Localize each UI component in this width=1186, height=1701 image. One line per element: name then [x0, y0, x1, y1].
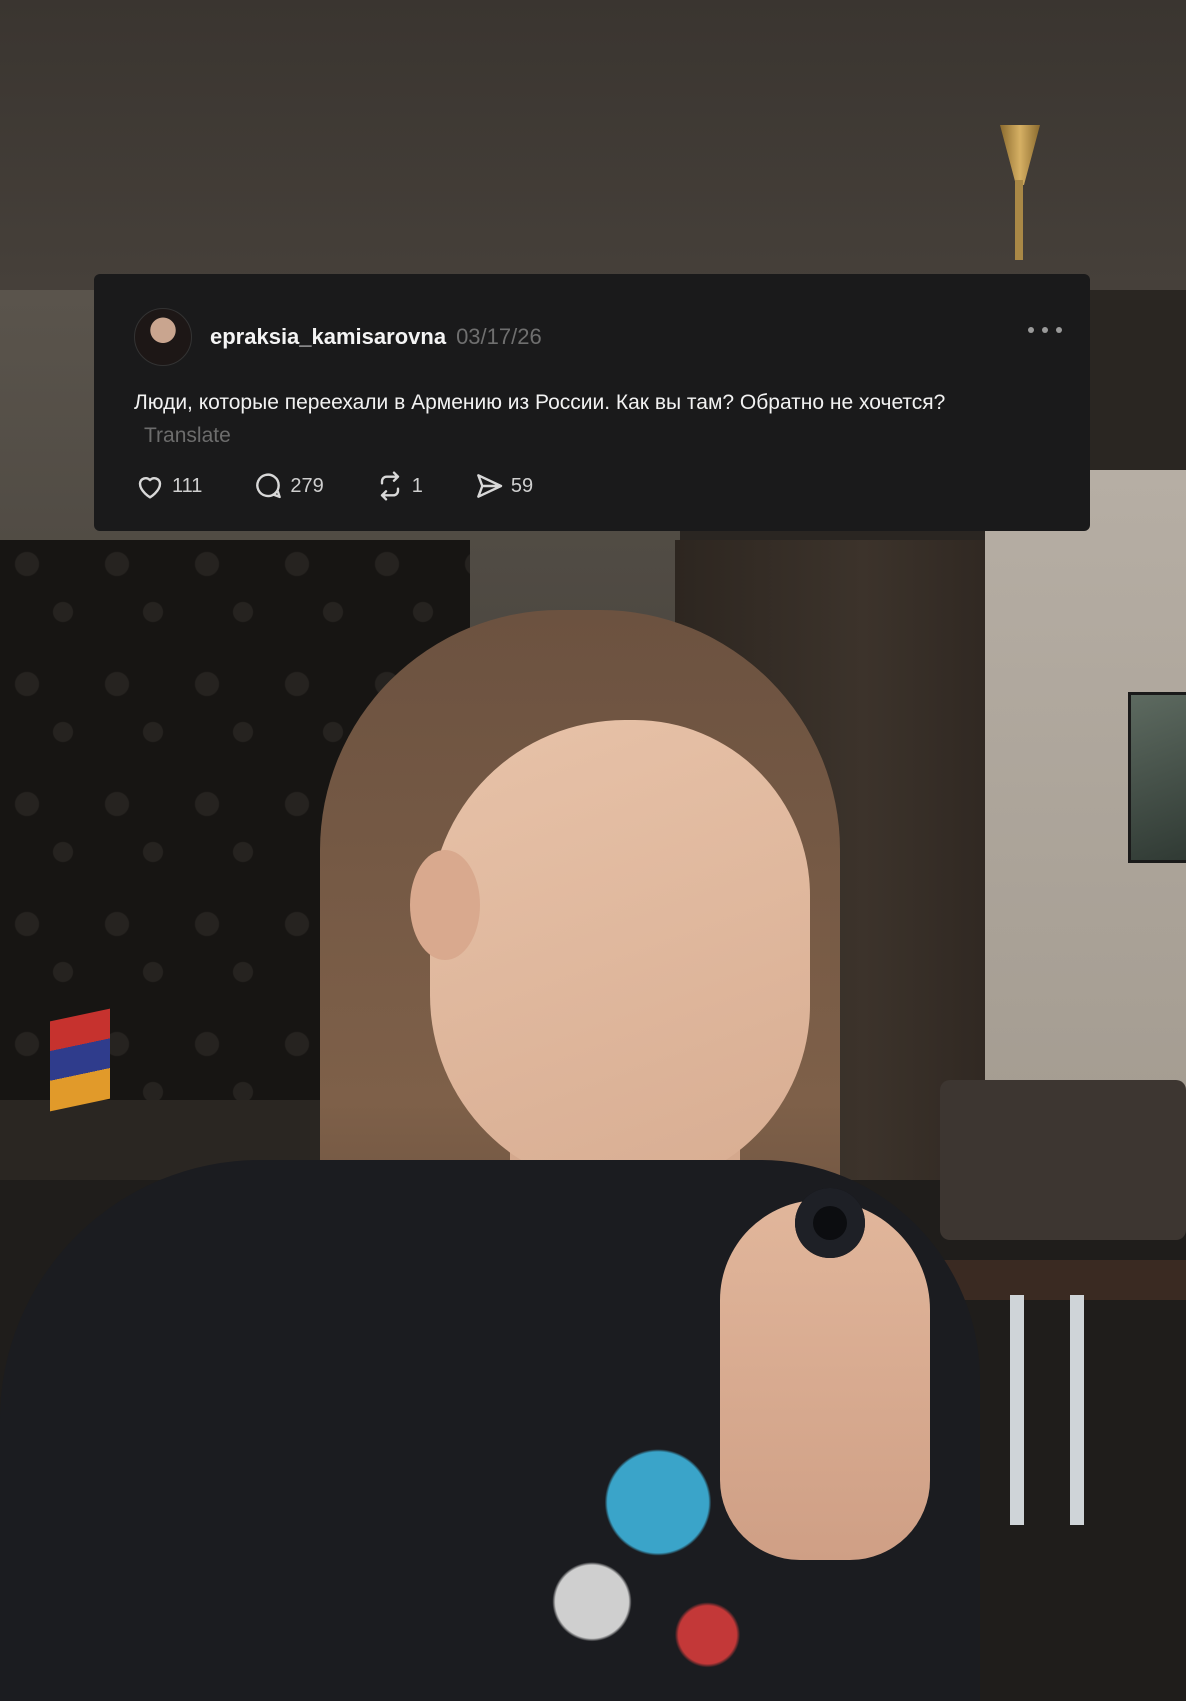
- repost-arrows-icon: [380, 471, 399, 501]
- reply-count: 279: [290, 474, 324, 497]
- post-actions: 111 279 1 59: [134, 470, 533, 502]
- username[interactable]: epraksia_kamisarovna: [210, 324, 446, 350]
- repost-button[interactable]: 1: [374, 470, 423, 502]
- held-object: [795, 1188, 865, 1258]
- person-face: [430, 720, 810, 1190]
- reply-button[interactable]: 279: [252, 470, 324, 502]
- chandelier-arm: [1015, 180, 1023, 260]
- send-icon: [477, 474, 503, 498]
- video-frame: epraksia_kamisarovna 03/17/26 Люди, кото…: [0, 0, 1186, 1701]
- post-date: 03/17/26: [456, 324, 542, 349]
- more-horizontal-icon[interactable]: [1028, 318, 1062, 342]
- share-count: 59: [510, 474, 534, 497]
- comment-bubble-icon: [256, 473, 282, 499]
- post-text: Люди, которые переехали в Армению из Рос…: [134, 386, 1034, 452]
- more-dot: [1042, 327, 1048, 333]
- like-count: 111: [172, 474, 203, 497]
- translate-link[interactable]: Translate: [144, 424, 231, 447]
- more-dot: [1028, 327, 1034, 333]
- table-leg: [1010, 1295, 1024, 1525]
- avatar[interactable]: [134, 308, 192, 366]
- post-card[interactable]: epraksia_kamisarovna 03/17/26 Люди, кото…: [94, 274, 1090, 531]
- repost-count: 1: [411, 474, 423, 497]
- post-header: epraksia_kamisarovna 03/17/26: [210, 324, 542, 350]
- table-leg: [1070, 1295, 1084, 1525]
- more-dot: [1056, 327, 1062, 333]
- armenian-flag: [50, 1008, 110, 1112]
- background-photo: [0, 0, 1186, 1701]
- heart-icon: [138, 477, 162, 499]
- like-button[interactable]: 111: [134, 470, 202, 502]
- wall-painting: [1128, 692, 1186, 863]
- post-body: Люди, которые переехали в Армению из Рос…: [134, 391, 946, 414]
- person-ear: [410, 850, 480, 960]
- sofa: [940, 1080, 1186, 1240]
- share-button[interactable]: 59: [473, 470, 533, 502]
